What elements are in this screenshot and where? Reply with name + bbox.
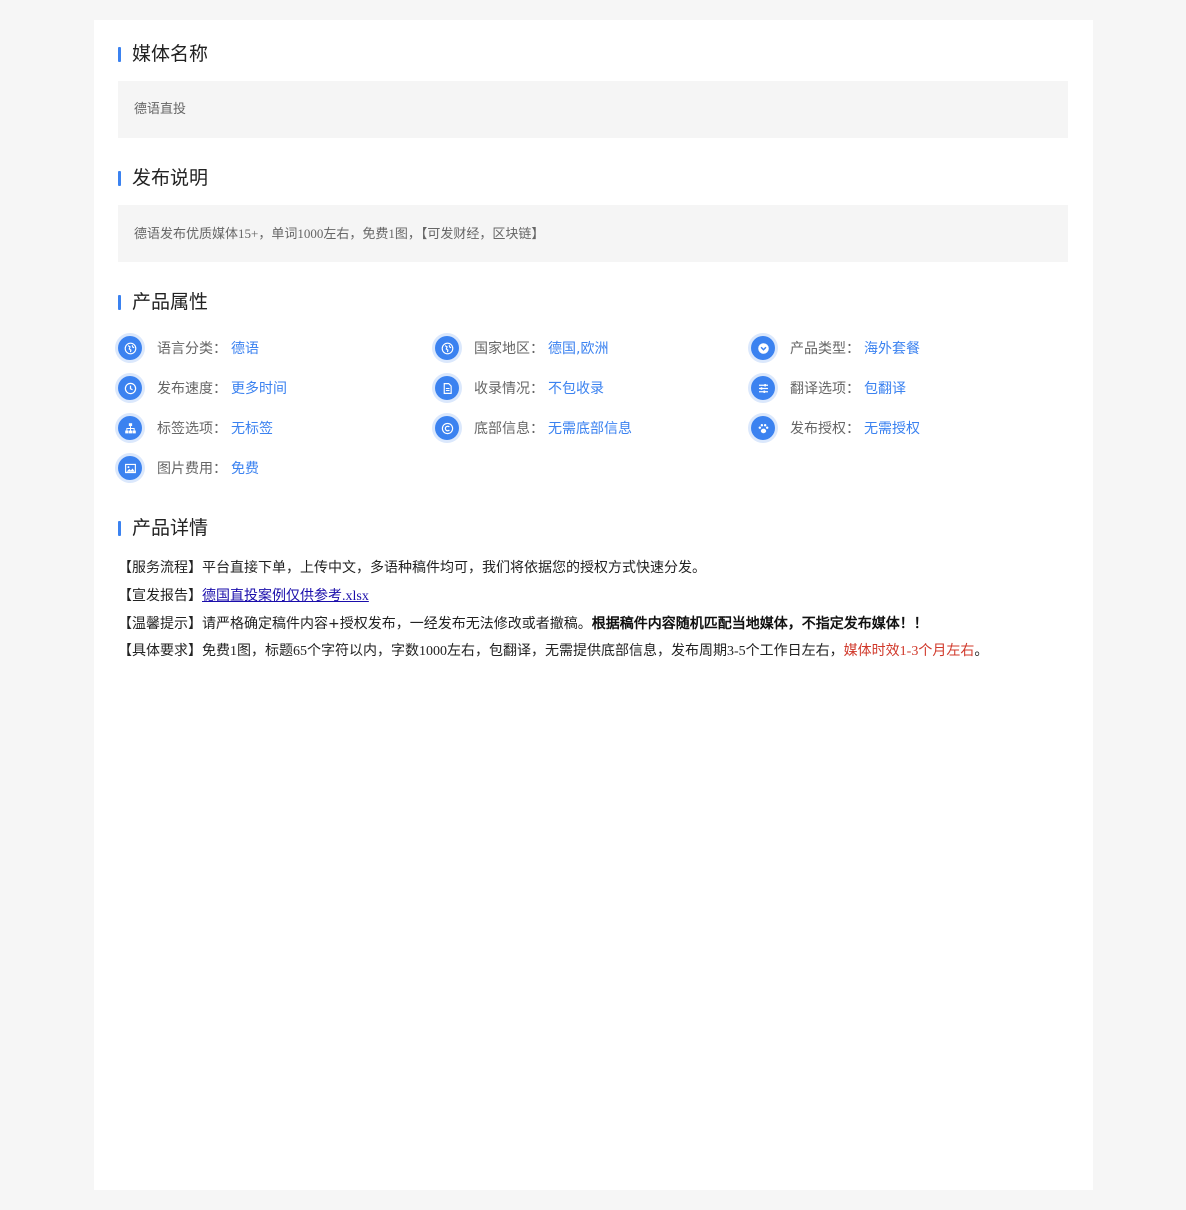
attr-footer-info-value: 无需底部信息: [548, 421, 632, 437]
report-file-link[interactable]: 德国直投案例仅供参考.xlsx: [202, 589, 369, 604]
attr-authorization-value: 无需授权: [864, 421, 920, 437]
detail-tips: 【温馨提示】请严格确定稿件内容+授权发布，一经发布无法修改或者撤稿。根据稿件内容…: [118, 614, 1068, 634]
media-name-value: 德语直投: [134, 102, 187, 117]
attr-product-type-label: 产品类型：: [790, 341, 860, 357]
document-icon: [435, 376, 459, 400]
attr-image-fee-value: 免费: [231, 461, 259, 477]
attr-language-label: 语言分类：: [157, 341, 227, 357]
paw-icon: [751, 416, 775, 440]
attr-translation-label: 翻译选项：: [790, 381, 860, 397]
detail-report: 【宣发报告】德国直投案例仅供参考.xlsx: [118, 586, 1068, 607]
detail-report-label: 【宣发报告】: [118, 588, 202, 604]
detail-requirements: 【具体要求】免费1图，标题65个字符以内，字数1000左右，包翻译，无需提供底部…: [118, 642, 1068, 662]
detail-tips-bold: 根据稿件内容随机匹配当地媒体，不指定发布媒体！！: [591, 616, 928, 632]
attr-region-value: 德国,欧洲: [548, 341, 609, 357]
attr-authorization: 发布授权： 无需授权: [751, 415, 920, 441]
section-title-attributes: 产品属性: [118, 290, 208, 314]
attr-speed: 发布速度： 更多时间: [118, 375, 287, 401]
attr-translation: 翻译选项： 包翻译: [751, 375, 906, 401]
detail-tips-text: 请严格确定稿件内容+授权发布，一经发布无法修改或者撤稿。: [202, 616, 592, 632]
section-title-publish-notes: 发布说明: [118, 166, 208, 190]
detail-tips-label: 【温馨提示】: [118, 616, 202, 632]
attr-translation-value: 包翻译: [864, 381, 906, 397]
attr-region-label: 国家地区：: [474, 341, 544, 357]
section-title-details: 产品详情: [118, 516, 208, 540]
attr-language: 语言分类： 德语: [118, 335, 259, 361]
attr-indexing: 收录情况： 不包收录: [435, 375, 604, 401]
media-name-box: 德语直投: [118, 81, 1068, 138]
sitemap-icon: [118, 416, 142, 440]
attr-speed-label: 发布速度：: [157, 381, 227, 397]
attr-product-type: 产品类型： 海外套餐: [751, 335, 920, 361]
attr-indexing-label: 收录情况：: [474, 381, 544, 397]
attr-footer-info-label: 底部信息：: [474, 421, 544, 437]
globe-icon: [118, 336, 142, 360]
publish-notes-box: 德语发布优质媒体15+，单词1000左右，免费1图，【可发财经，区块链】: [118, 205, 1068, 262]
detail-requirements-end: 。: [974, 644, 989, 659]
copyright-icon: [435, 416, 459, 440]
detail-requirements-highlight: 媒体时效1-3个月左右: [843, 644, 975, 659]
publish-notes-value: 德语发布优质媒体15+，单词1000左右，免费1图，【可发财经，区块链】: [134, 226, 545, 241]
detail-service-flow-label: 【服务流程】: [118, 560, 202, 576]
attr-image-fee: 图片费用： 免费: [118, 455, 259, 481]
chevron-down-circle-icon: [751, 336, 775, 360]
attr-tags-label: 标签选项：: [157, 421, 227, 437]
attr-language-value: 德语: [231, 341, 259, 357]
attr-product-type-value: 海外套餐: [864, 341, 920, 357]
image-icon: [118, 456, 142, 480]
attr-footer-info: 底部信息： 无需底部信息: [435, 415, 632, 441]
attr-indexing-value: 不包收录: [548, 381, 604, 397]
detail-requirements-label: 【具体要求】: [118, 644, 202, 659]
attr-tags-value: 无标签: [231, 421, 273, 437]
clock-icon: [118, 376, 142, 400]
attr-tags: 标签选项： 无标签: [118, 415, 273, 441]
detail-service-flow: 【服务流程】平台直接下单，上传中文，多语种稿件均可，我们将依据您的授权方式快速分…: [118, 558, 1068, 578]
attr-image-fee-label: 图片费用：: [157, 461, 227, 477]
detail-service-flow-text: 平台直接下单，上传中文，多语种稿件均可，我们将依据您的授权方式快速分发。: [202, 560, 706, 576]
detail-requirements-text: 免费1图，标题65个字符以内，字数1000左右，包翻译，无需提供底部信息，发布周…: [202, 644, 844, 659]
attr-region: 国家地区： 德国,欧洲: [435, 335, 608, 361]
attr-authorization-label: 发布授权：: [790, 421, 860, 437]
attr-speed-value: 更多时间: [231, 381, 287, 397]
sliders-icon: [751, 376, 775, 400]
detail-card: 媒体名称 德语直投 发布说明 德语发布优质媒体15+，单词1000左右，免费1图…: [94, 20, 1093, 1190]
globe-icon: [435, 336, 459, 360]
section-title-media-name: 媒体名称: [118, 42, 208, 66]
